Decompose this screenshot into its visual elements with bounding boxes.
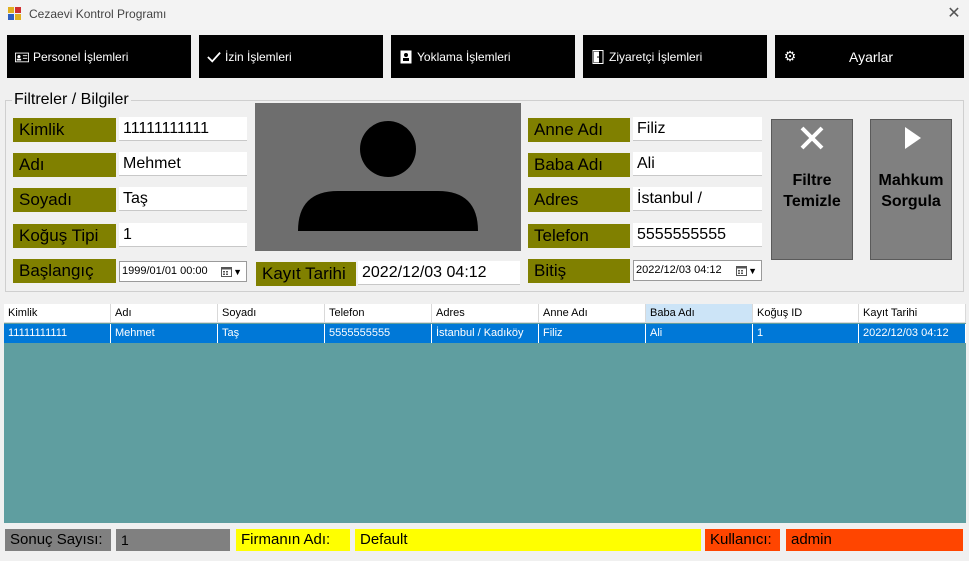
- close-button[interactable]: ✕: [942, 4, 966, 24]
- kayit-tarihi-label: Kayıt Tarihi: [256, 262, 356, 286]
- kullanici-value: admin: [786, 529, 963, 551]
- baba-adi-input[interactable]: Ali: [633, 152, 762, 176]
- baslangic-datepicker[interactable]: 1999/01/01 00:00 ▼: [119, 261, 247, 282]
- table-cell[interactable]: Taş: [218, 324, 325, 343]
- kogus-tipi-label: Koğuş Tipi: [13, 224, 116, 248]
- kayit-tarihi-input[interactable]: 2022/12/03 04:12: [358, 261, 520, 285]
- kogus-tipi-input[interactable]: 1: [119, 223, 247, 247]
- adi-input[interactable]: Mehmet: [119, 152, 247, 176]
- table-cell[interactable]: 1: [753, 324, 859, 343]
- ziyaretci-islemleri-button[interactable]: Ziyaretçi İşlemleri: [583, 35, 767, 78]
- calendar-icon: [221, 267, 232, 277]
- gear-icon: ⚙: [783, 48, 797, 64]
- bitis-value: 2022/12/03 04:12: [636, 264, 722, 276]
- izin-islemleri-button[interactable]: İzin İşlemleri: [199, 35, 383, 78]
- column-header[interactable]: Telefon: [325, 304, 432, 323]
- dropdown-arrow-icon[interactable]: ▼: [233, 263, 242, 282]
- baslangic-label: Başlangıç: [13, 259, 116, 283]
- filtre-temizle-button[interactable]: Filtre Temizle: [771, 119, 853, 260]
- mahkum-sorgula-line2: Sorgula: [881, 193, 941, 210]
- dropdown-arrow-icon[interactable]: ▼: [748, 262, 757, 281]
- telefon-input[interactable]: 5555555555: [633, 223, 762, 247]
- personel-islemleri-button[interactable]: Personel İşlemleri: [7, 35, 191, 78]
- personel-label: Personel İşlemleri: [33, 49, 129, 64]
- table-row[interactable]: 11111111111 Mehmet Taş 5555555555 İstanb…: [4, 324, 966, 344]
- column-header[interactable]: Anne Adı: [539, 304, 646, 323]
- results-grid[interactable]: Kimlik Adı Soyadı Telefon Adres Anne Adı…: [4, 304, 966, 523]
- column-header[interactable]: Koğuş ID: [753, 304, 859, 323]
- adres-input[interactable]: İstanbul /: [633, 187, 762, 211]
- soyadi-label: Soyadı: [13, 188, 116, 212]
- door-icon: [591, 49, 605, 64]
- sonuc-sayisi-value: 1: [116, 529, 230, 551]
- profile-photo: [255, 103, 521, 251]
- id-card-icon: [15, 50, 29, 64]
- anne-adi-label: Anne Adı: [528, 118, 630, 142]
- ayarlar-label: Ayarlar: [849, 48, 894, 65]
- mahkum-sorgula-line1: Mahkum: [878, 172, 944, 189]
- adi-label: Adı: [13, 153, 116, 177]
- column-header[interactable]: Soyadı: [218, 304, 325, 323]
- mahkum-sorgula-button[interactable]: Mahkum Sorgula: [870, 119, 952, 260]
- sonuc-sayisi-label: Sonuç Sayısı:: [5, 529, 111, 551]
- column-header[interactable]: Baba Adı: [646, 304, 753, 323]
- close-x-icon: [800, 126, 824, 150]
- bitis-label: Bitiş: [528, 259, 630, 283]
- yoklama-label: Yoklama İşlemleri: [417, 49, 511, 64]
- kimlik-label: Kimlik: [13, 118, 116, 142]
- column-header[interactable]: Kimlik: [4, 304, 111, 323]
- baslangic-value: 1999/01/01 00:00: [122, 265, 208, 277]
- table-cell[interactable]: Filiz: [539, 324, 646, 343]
- firma-adi-label: Firmanın Adı:: [236, 529, 350, 551]
- bitis-datepicker[interactable]: 2022/12/03 04:12 ▼: [633, 260, 762, 281]
- table-cell[interactable]: İstanbul / Kadıköy: [432, 324, 539, 343]
- anne-adi-input[interactable]: Filiz: [633, 117, 762, 141]
- table-cell[interactable]: Mehmet: [111, 324, 218, 343]
- table-cell[interactable]: Ali: [646, 324, 753, 343]
- firma-adi-value: Default: [355, 529, 701, 551]
- filtre-temizle-line1: Filtre: [792, 172, 832, 189]
- user-silhouette-icon: [298, 121, 478, 231]
- play-icon: [905, 127, 921, 149]
- telefon-label: Telefon: [528, 224, 630, 248]
- kullanici-label: Kullanıcı:: [705, 529, 780, 551]
- baba-adi-label: Baba Adı: [528, 153, 630, 177]
- table-cell[interactable]: 2022/12/03 04:12: [859, 324, 966, 343]
- izin-label: İzin İşlemleri: [225, 49, 292, 64]
- column-header[interactable]: Adres: [432, 304, 539, 323]
- app-icon: [8, 7, 21, 20]
- column-header[interactable]: Kayıt Tarihi: [859, 304, 966, 323]
- checkmark-icon: [207, 50, 221, 64]
- kimlik-input[interactable]: 11111111111: [119, 117, 247, 141]
- ayarlar-button[interactable]: ⚙ Ayarlar: [775, 35, 964, 78]
- column-header[interactable]: Adı: [111, 304, 218, 323]
- filtre-temizle-line2: Temizle: [783, 193, 841, 210]
- adres-label: Adres: [528, 188, 630, 212]
- filters-group-title: Filtreler / Bilgiler: [12, 91, 131, 109]
- yoklama-islemleri-button[interactable]: Yoklama İşlemleri: [391, 35, 575, 78]
- table-cell[interactable]: 11111111111: [4, 324, 111, 343]
- contact-book-icon: [399, 50, 413, 64]
- calendar-icon: [736, 266, 747, 276]
- ziyaretci-label: Ziyaretçi İşlemleri: [609, 49, 703, 64]
- table-cell[interactable]: 5555555555: [325, 324, 432, 343]
- window-title: Cezaevi Kontrol Programı: [29, 7, 167, 21]
- soyadi-input[interactable]: Taş: [119, 187, 247, 211]
